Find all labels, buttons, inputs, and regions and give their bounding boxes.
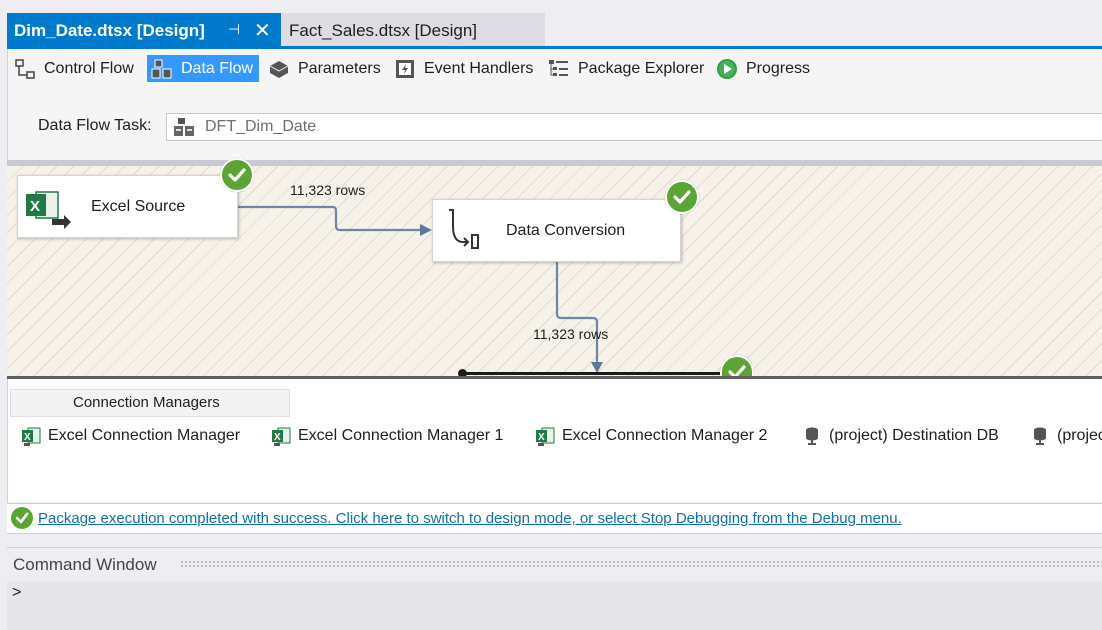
success-check-icon: [665, 180, 699, 214]
svg-text:X: X: [538, 432, 545, 443]
connection-manager-label: (projec: [1057, 427, 1102, 444]
excel-source-icon: X: [26, 188, 72, 230]
connection-manager-item[interactable]: (projec: [1030, 425, 1102, 447]
execution-status-bar: Package execution completed with success…: [7, 503, 1102, 534]
svg-text:X: X: [24, 432, 31, 443]
success-check-icon: [11, 507, 33, 529]
connection-managers-header: Connection Managers: [73, 394, 220, 411]
destination-component-edge[interactable]: [462, 372, 720, 375]
excel-connection-icon: X: [271, 426, 291, 446]
path-arrowhead-1: [420, 224, 432, 236]
excel-source-component[interactable]: X Excel Source: [17, 175, 238, 238]
data-conversion-icon: [445, 208, 479, 250]
connection-manager-label: Excel Connection Manager 2: [562, 427, 768, 444]
svg-text:X: X: [274, 432, 281, 443]
connection-manager-label: Excel Connection Manager: [48, 427, 241, 444]
command-window-title: Command Window: [13, 555, 157, 574]
switch-to-design-mode-link[interactable]: Package execution completed with success…: [38, 510, 902, 527]
excel-connection-icon: X: [21, 426, 41, 446]
connection-manager-item[interactable]: X Excel Connection Manager 2: [535, 425, 767, 447]
database-connection-icon: [1030, 426, 1050, 446]
path-rows-label: 11,323 rows: [290, 182, 366, 198]
path-conversion-to-destination: [555, 262, 599, 362]
excel-source-label: Excel Source: [91, 198, 186, 215]
database-connection-icon: [802, 426, 822, 446]
titlebar-grip[interactable]: [180, 560, 1102, 568]
excel-connection-icon: X: [535, 426, 555, 446]
connection-manager-item[interactable]: X Excel Connection Manager 1: [271, 425, 503, 447]
path-excel-to-conversion: [237, 205, 420, 232]
connection-manager-label: (project) Destination DB: [829, 427, 999, 444]
command-prompt: >: [12, 584, 22, 601]
connection-manager-label: Excel Connection Manager 1: [298, 427, 504, 444]
success-check-icon: [220, 158, 254, 192]
connection-managers-tab[interactable]: Connection Managers: [10, 389, 290, 417]
svg-text:X: X: [30, 198, 40, 215]
data-conversion-component[interactable]: Data Conversion: [432, 199, 681, 262]
data-conversion-label: Data Conversion: [506, 222, 626, 239]
data-flow-paths: [237, 205, 603, 373]
connection-manager-item[interactable]: X Excel Connection Manager: [21, 425, 240, 447]
command-window-input-area[interactable]: [7, 581, 1102, 630]
path-rows-label: 11,323 rows: [533, 326, 609, 342]
connection-manager-item[interactable]: (project) Destination DB: [802, 425, 999, 447]
